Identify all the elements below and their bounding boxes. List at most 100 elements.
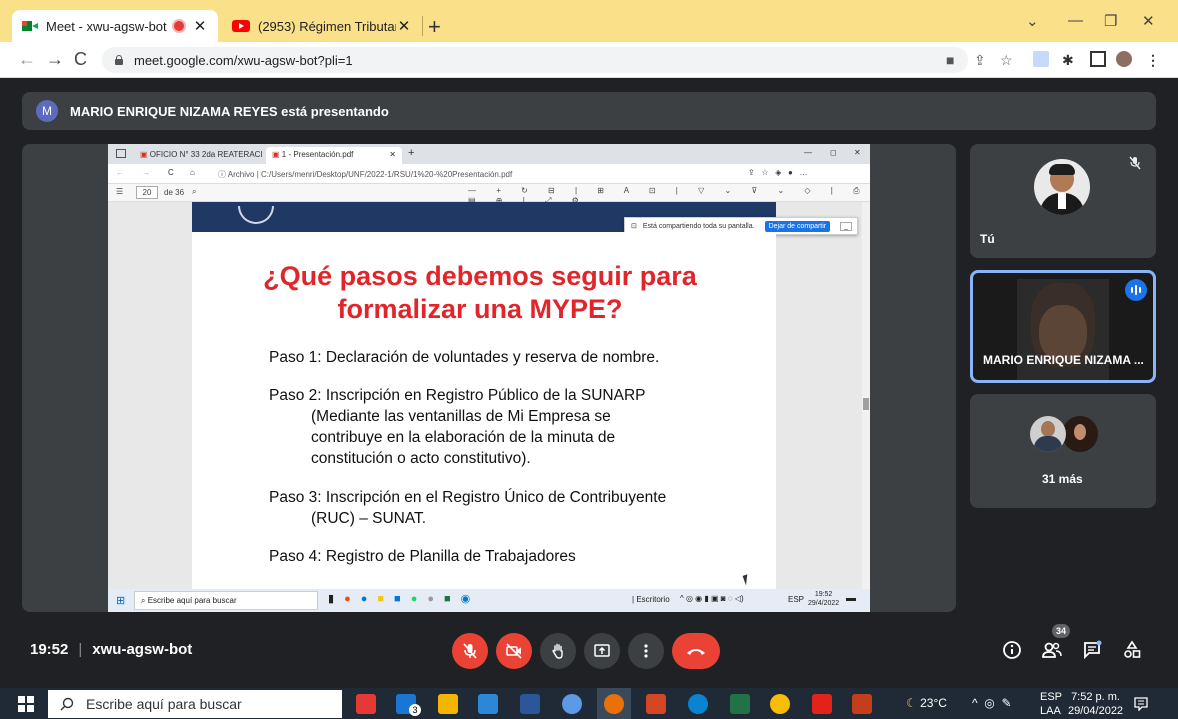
desktop-label: | Escritorio	[632, 595, 670, 604]
pdf-icon: ▣	[272, 150, 280, 159]
extensions-puzzle-icon[interactable]: ✱	[1062, 52, 1074, 69]
side-panel-icon[interactable]	[1090, 51, 1106, 67]
weather-widget[interactable]: ☾ 23°C	[906, 696, 947, 710]
recording-icon	[174, 21, 184, 31]
taskbar-search-box[interactable]: Escribe aquí para buscar	[48, 690, 342, 718]
participants-button[interactable]	[1040, 638, 1064, 662]
shared-notification-icon: ▬	[846, 593, 856, 604]
mic-toggle-button[interactable]	[452, 633, 488, 669]
participant-tile-more[interactable]: 31 más	[970, 394, 1156, 508]
excel-icon[interactable]	[730, 694, 750, 714]
step-3-line: (RUC) – SUNAT.	[311, 510, 427, 527]
tile-label-mario: MARIO ENRIQUE NIZAMA ...	[983, 353, 1144, 367]
reload-icon[interactable]: C	[74, 49, 87, 70]
shared-search-box: ⌕ Escribe aquí para buscar	[134, 591, 318, 610]
menu-kebab-icon[interactable]: ⋮	[1146, 52, 1160, 69]
powerpoint-icon[interactable]	[646, 694, 666, 714]
forward-arrow-icon[interactable]: →	[46, 49, 64, 70]
close-tab-icon[interactable]: ✕	[192, 17, 208, 35]
chat-button[interactable]	[1080, 638, 1104, 662]
new-tab-button[interactable]: +	[428, 14, 441, 40]
raise-hand-button[interactable]	[540, 633, 576, 669]
tab-search-icon[interactable]: ⌄	[1026, 12, 1039, 30]
minimize-button[interactable]: —	[1068, 12, 1083, 29]
edge-icon[interactable]	[688, 694, 708, 714]
clock-date: 29/04/2022	[1068, 705, 1124, 717]
address-prefix: Archivo	[227, 170, 255, 179]
profile-avatar[interactable]	[1116, 51, 1132, 67]
shared-tab-presentacion: ▣ 1 - Presentación.pdf ✕	[266, 147, 402, 164]
tile-label-you: Tú	[980, 232, 995, 246]
search-icon: ⌕	[192, 187, 197, 196]
chat-icon	[1084, 640, 1102, 660]
app-icon[interactable]	[562, 694, 582, 714]
camera-toggle-button[interactable]	[496, 633, 532, 669]
file-explorer-icon[interactable]	[438, 694, 458, 714]
toolbar-icons: ⇪ ☆ ◈ ● …	[748, 168, 808, 177]
file-address: ⓘ Archivo | C:/Users/menri/Desktop/UNF/2…	[218, 170, 513, 179]
close-tab-icon[interactable]: ✕	[396, 17, 412, 35]
participant-avatar	[1030, 416, 1066, 452]
meet-control-bar: 19:52 | xwu-agsw-bot 34	[0, 624, 1178, 682]
url-text: meet.google.com/xwu-agsw-bot?pli=1	[134, 52, 353, 68]
participant-tile-you[interactable]: Tú	[970, 144, 1156, 258]
windows-start-icon: ⊞	[116, 595, 126, 607]
mic-off-icon	[1128, 156, 1144, 172]
activities-button[interactable]	[1120, 638, 1144, 662]
present-screen-icon	[594, 644, 610, 657]
participant-tile-mario[interactable]: MARIO ENRIQUE NIZAMA ...	[970, 270, 1156, 383]
meeting-code: xwu-agsw-bot	[92, 641, 193, 658]
meeting-details-button[interactable]	[1000, 638, 1024, 662]
windows-start-icon[interactable]	[18, 696, 34, 712]
shared-clock-time: 19:52	[814, 591, 833, 598]
tray-icons[interactable]: ^ ◎ ✎	[972, 696, 1012, 710]
restore-button[interactable]: ❐	[1104, 12, 1117, 30]
hang-up-icon	[687, 649, 705, 655]
google-meet-icon	[22, 19, 38, 33]
present-now-button[interactable]	[584, 633, 620, 669]
presenting-banner: M MARIO ENRIQUE NIZAMA REYES está presen…	[22, 92, 1156, 130]
people-icon	[1042, 642, 1062, 658]
close-window-button[interactable]: ✕	[1142, 12, 1155, 30]
search-icon	[60, 697, 74, 711]
slide-title-line-2: formalizar una MYPE?	[337, 294, 623, 324]
shared-taskbar-apps: ▮●●■■●●■◉	[328, 593, 481, 605]
youtube-icon	[232, 20, 250, 32]
tab-youtube[interactable]: (2953) Régimen Tributario Sunat ✕	[222, 10, 422, 42]
notification-icon[interactable]	[1134, 697, 1148, 711]
pdf-toolbar: ☰ 20 de 36 ⌕ — + ↻ ⊟ | ⊞ A ⊡ | ▽ ⌄ ⊽ ⌄ ◇…	[108, 184, 870, 205]
desktop-text: Escritorio	[636, 595, 670, 604]
chrome-icon[interactable]	[770, 694, 790, 714]
language-indicator[interactable]: ESP LAA	[1040, 690, 1062, 718]
tab-divider	[422, 16, 423, 36]
page-number-field: 20	[136, 186, 158, 199]
participants-count-badge: 34	[1052, 624, 1070, 638]
powerpoint-icon[interactable]	[852, 694, 872, 714]
taskbar-clock[interactable]: 7:52 p. m. 29/04/2022	[1068, 690, 1123, 718]
shared-windows-taskbar: ⊞ ⌕ Escribe aquí para buscar ▮●●■■●●■◉ |…	[108, 589, 870, 612]
shared-screen: ▣ OFICIO N° 33 2da REATERACIÓN ▣ 1 - Pre…	[108, 144, 870, 612]
leave-call-button[interactable]	[672, 633, 720, 669]
bookmark-star-icon[interactable]: ☆	[1000, 52, 1013, 69]
back-arrow-icon[interactable]: ←	[18, 49, 36, 70]
contents-icon: ☰	[116, 187, 124, 196]
chrome-app-icon[interactable]	[604, 694, 624, 714]
shared-tab-title: OFICIO N° 33 2da REATERACIÓN	[149, 150, 262, 159]
pdf-scrollbar	[862, 202, 870, 589]
hide-notice-button: _	[840, 221, 853, 231]
tab-meet[interactable]: Meet - xwu-agsw-bot ✕	[12, 10, 218, 42]
address-bar[interactable]: meet.google.com/xwu-agsw-bot?pli=1	[102, 47, 968, 73]
store-icon[interactable]	[478, 694, 498, 714]
taskbar-app-icon[interactable]	[356, 694, 376, 714]
windows-taskbar: Escribe aquí para buscar 3 ☾ 23°C ^ ◎ ✎ …	[0, 688, 1178, 719]
tab-title: (2953) Régimen Tributario Sunat	[258, 18, 396, 34]
acrobat-icon[interactable]	[812, 694, 832, 714]
camera-icon[interactable]: ■	[946, 52, 954, 68]
more-options-button[interactable]	[628, 633, 664, 669]
share-icon[interactable]: ⇪	[974, 52, 986, 69]
word-icon[interactable]	[520, 694, 540, 714]
shared-lang: ESP	[788, 595, 805, 604]
presentation-stage: ▣ OFICIO N° 33 2da REATERACIÓN ▣ 1 - Pre…	[22, 144, 956, 612]
weather-text: 23°C	[920, 696, 947, 710]
docs-extension-icon[interactable]	[1033, 51, 1049, 67]
